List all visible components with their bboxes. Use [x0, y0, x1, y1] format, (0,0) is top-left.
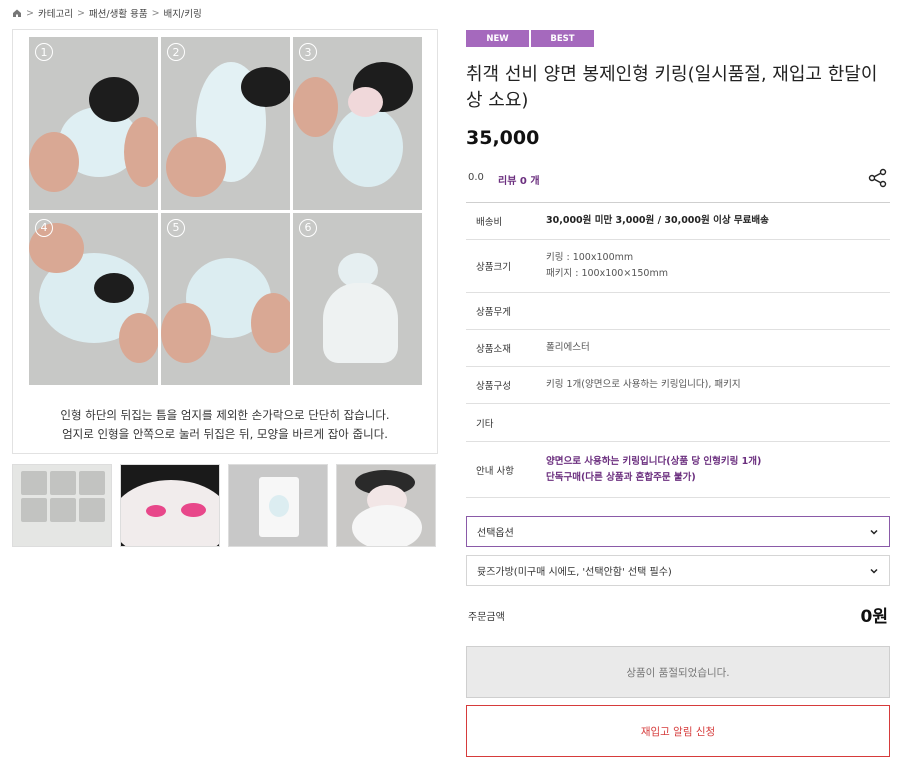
thumbnail-1[interactable]	[12, 464, 112, 547]
step-number: 2	[167, 43, 185, 61]
info-value: 30,000원 미만 3,000원 / 30,000원 이상 무료배송	[546, 215, 769, 226]
rating-score: 0.0	[468, 172, 484, 183]
step-number: 6	[299, 218, 317, 237]
breadcrumb-item-category[interactable]: 카테고리	[38, 6, 73, 20]
info-value-line: 양면으로 사용하는 키링입니다(상품 당 인형키링 1개)	[546, 455, 762, 467]
soldout-button[interactable]: 상품이 품절되었습니다.	[466, 646, 890, 698]
caption-line-1: 인형 하단의 뒤집는 틈을 엄지를 제외한 손가락으로 단단히 잡습니다.	[60, 408, 390, 422]
step-number: 1	[35, 43, 53, 61]
step-number: 4	[35, 218, 53, 237]
info-row-notice: 안내 사항 양면으로 사용하는 키링입니다(상품 당 인형키링 1개) 단독구매…	[466, 442, 890, 497]
bag-select-value: 뮷즈가방(미구매 시에도, '선택안함' 선택 필수)	[477, 567, 672, 578]
info-value: 폴리에스터	[546, 342, 590, 353]
breadcrumb-separator: >	[151, 7, 160, 19]
order-total-value: 0원	[860, 607, 888, 627]
product-info-table: 배송비 30,000원 미만 3,000원 / 30,000원 이상 무료배송 …	[466, 202, 890, 498]
info-key: 상품크기	[476, 262, 511, 273]
info-row-weight: 상품무게	[466, 293, 890, 330]
step-number: 5	[167, 218, 185, 237]
info-value-line: 키링 : 100x100mm	[546, 252, 634, 263]
product-title: 취객 선비 양면 봉제인형 키링(일시품절, 재입고 한달이 상 소요)	[466, 64, 878, 111]
breadcrumb-separator: >	[76, 7, 85, 19]
home-icon[interactable]	[12, 8, 22, 18]
info-key: 상품소재	[476, 344, 511, 355]
chevron-down-icon	[870, 568, 878, 574]
option-select-value: 선택옵션	[477, 528, 514, 539]
step-number: 3	[299, 43, 317, 61]
thumbnail-strip	[12, 464, 436, 547]
info-key: 안내 사항	[476, 465, 514, 477]
info-row-size: 상품크기 키링 : 100x100mm 패키지 : 100x100×150mm	[466, 240, 890, 293]
image-caption: 인형 하단의 뒤집는 틈을 엄지를 제외한 손가락으로 단단히 잡습니다. 엄지…	[13, 406, 437, 444]
info-row-material: 상품소재 폴리에스터	[466, 330, 890, 367]
info-key: 상품무게	[476, 307, 511, 318]
step-photo-1: 1	[29, 37, 158, 210]
info-key: 상품구성	[476, 381, 511, 392]
info-key: 기타	[476, 418, 494, 430]
breadcrumb-separator: >	[26, 7, 34, 19]
info-value-line: 단독구매(다른 상품과 혼합주문 불가)	[546, 471, 696, 483]
info-row-etc: 기타	[466, 404, 890, 442]
step-photo-3: 3	[293, 37, 422, 210]
bag-select[interactable]: 뮷즈가방(미구매 시에도, '선택안함' 선택 필수)	[466, 555, 890, 586]
thumbnail-3[interactable]	[228, 464, 328, 547]
option-select[interactable]: 선택옵션	[466, 516, 890, 547]
best-badge: BEST	[531, 30, 594, 47]
thumbnail-2[interactable]	[120, 464, 220, 547]
step-photo-2: 2	[161, 37, 290, 210]
review-count-link[interactable]: 리뷰 0 개	[498, 172, 540, 187]
breadcrumb: > 카테고리 > 패션/생활 용품 > 배지/키링	[12, 6, 202, 20]
info-row-shipping: 배송비 30,000원 미만 3,000원 / 30,000원 이상 무료배송	[466, 203, 890, 240]
product-badges: NEW BEST	[466, 30, 594, 47]
thumbnail-4[interactable]	[336, 464, 436, 547]
share-icon[interactable]	[868, 168, 888, 188]
info-value: 키링 : 100x100mm 패키지 : 100x100×150mm	[546, 250, 890, 282]
caption-line-2: 엄지로 인형을 안쪽으로 눌러 뒤집은 뒤, 모양을 바르게 잡아 줍니다.	[62, 427, 388, 441]
info-row-composition: 상품구성 키링 1개(양면으로 사용하는 키링입니다), 패키지	[466, 367, 890, 404]
info-value: 양면으로 사용하는 키링입니다(상품 당 인형키링 1개) 단독구매(다른 상품…	[546, 454, 890, 486]
step-photo-5: 5	[161, 212, 290, 385]
order-total-label: 주문금액	[468, 612, 505, 623]
info-key: 배송비	[476, 217, 503, 228]
info-value-line: 패키지 : 100x100×150mm	[546, 268, 668, 279]
new-badge: NEW	[466, 30, 529, 47]
product-price: 35,000	[466, 127, 540, 149]
step-photo-4: 4	[29, 212, 158, 385]
instruction-grid: 1 2 3 4 5 6	[29, 37, 422, 385]
main-product-image[interactable]: 1 2 3 4 5 6 인형 하단의 뒤집는 틈을 엄지를 제외한 손가락으로 …	[12, 29, 438, 454]
restock-alert-button[interactable]: 재입고 알림 신청	[466, 705, 890, 757]
breadcrumb-item-keyring[interactable]: 배지/키링	[164, 6, 202, 20]
info-value: 키링 1개(양면으로 사용하는 키링입니다), 패키지	[546, 379, 741, 390]
breadcrumb-item-fashion[interactable]: 패션/생활 용품	[89, 6, 148, 20]
step-photo-6: 6	[293, 212, 422, 385]
chevron-down-icon	[870, 529, 878, 535]
